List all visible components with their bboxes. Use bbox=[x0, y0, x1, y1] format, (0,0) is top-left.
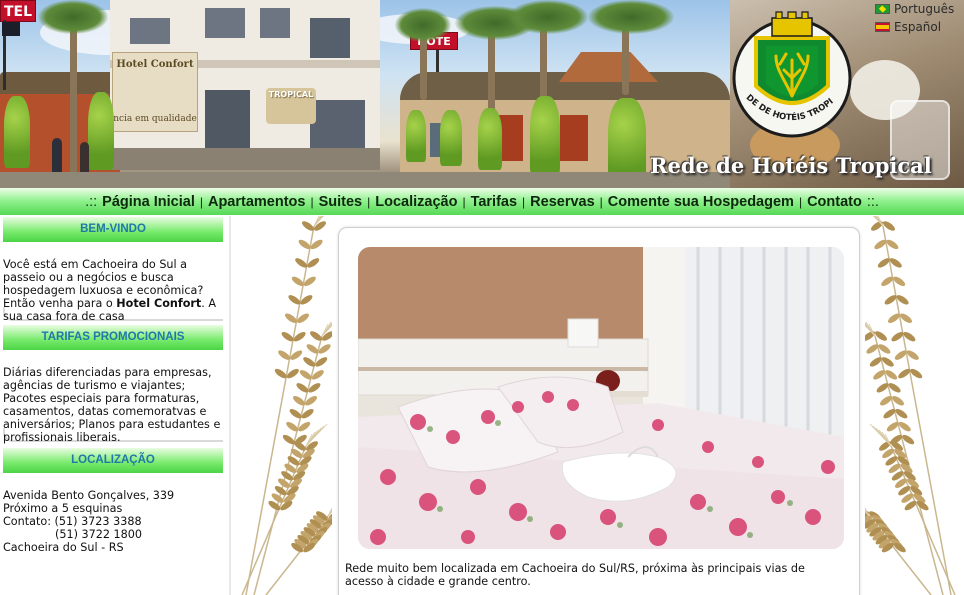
nav-item-suites[interactable]: Suites bbox=[317, 194, 365, 210]
nav-separator: | bbox=[798, 194, 803, 209]
wheat-grain bbox=[314, 221, 326, 231]
contact-phone-1: Contato: (51) 3723 3388 bbox=[3, 515, 142, 528]
nav-separator: | bbox=[599, 194, 603, 209]
nav-separator: | bbox=[310, 194, 314, 209]
building-sign-text: Hotel Confort bbox=[116, 59, 194, 70]
tropical-sign: TROPICAL bbox=[266, 88, 316, 124]
site-title: Rede de Hotéis Tropical bbox=[650, 153, 932, 178]
wheat-stem bbox=[874, 335, 944, 595]
language-label-portuguese: Português bbox=[894, 2, 955, 16]
language-link-spanish[interactable]: Español bbox=[875, 20, 941, 34]
tel-sign: TEL bbox=[0, 0, 36, 22]
welcome-heading: BEM-VINDO bbox=[3, 217, 223, 242]
nav-item-tarifas[interactable]: Tarifas bbox=[469, 194, 519, 210]
palm-leaves bbox=[588, 0, 674, 34]
spain-flag-icon bbox=[875, 22, 890, 32]
nav-item-comente-hospedagem[interactable]: Comente sua Hospedagem bbox=[606, 194, 796, 210]
city-line: Cachoeira do Sul - RS bbox=[3, 541, 124, 554]
address-line: Avenida Bento Gonçalves, 339 bbox=[3, 489, 175, 502]
sign-bracket bbox=[2, 22, 20, 36]
nav-prefix-ornament: .:: bbox=[85, 193, 98, 210]
promo-text: Diárias diferenciadas para empresas, agê… bbox=[3, 366, 221, 444]
nav-item-contato[interactable]: Contato bbox=[805, 194, 864, 210]
left-sidebar: BEM-VINDO Você está em Cachoeira do Sul … bbox=[3, 215, 223, 595]
welcome-text: Você está em Cachoeira do Sul a passeio … bbox=[3, 242, 223, 323]
nav-item-reservas[interactable]: Reservas bbox=[528, 194, 597, 210]
welcome-hotel-name: Hotel Confort bbox=[116, 297, 202, 310]
palm-leaves bbox=[508, 0, 588, 34]
wheat-decoration-right bbox=[865, 216, 956, 595]
street bbox=[0, 172, 730, 188]
wheat-stem bbox=[241, 445, 307, 595]
nav-separator: | bbox=[462, 194, 466, 209]
shrub bbox=[440, 110, 462, 166]
main-nav-bar: .:: Página Inicial | Apartamentos | Suit… bbox=[0, 188, 964, 215]
promo-heading: TARIFAS PROMOCIONAIS bbox=[3, 325, 223, 350]
header-banner: Hotel Confort ncia em qualidade TROPICAL… bbox=[0, 0, 964, 188]
nav-separator: | bbox=[199, 194, 203, 209]
location-text: Avenida Bento Gonçalves, 339 Próximo a 5… bbox=[3, 473, 223, 554]
hotel-intro-text: Rede muito bem localizada em Cachoeira d… bbox=[345, 562, 805, 588]
shrub bbox=[406, 110, 426, 162]
palm-trunk bbox=[70, 20, 77, 180]
brazil-flag-icon bbox=[875, 4, 890, 14]
wheat-stem bbox=[890, 445, 956, 595]
nav-item-pagina-inicial[interactable]: Página Inicial bbox=[100, 194, 197, 210]
hotel-confort-sign: Hotel Confort ncia em qualidade bbox=[112, 52, 198, 132]
tel-sign-text: TEL bbox=[3, 4, 33, 20]
nav-item-localizacao[interactable]: Localização bbox=[373, 194, 459, 210]
palm-leaves bbox=[395, 8, 451, 42]
nav-separator: | bbox=[522, 194, 526, 209]
promo-box: TARIFAS PROMOCIONAIS Diárias diferenciad… bbox=[3, 325, 223, 444]
nav-item-apartamentos[interactable]: Apartamentos bbox=[206, 194, 308, 210]
wheat-grain bbox=[871, 221, 883, 231]
language-link-portuguese[interactable]: Português bbox=[875, 2, 954, 16]
location-box: LOCALIZAÇÃO Avenida Bento Gonçalves, 339… bbox=[3, 448, 223, 554]
room-photo bbox=[358, 247, 844, 549]
person-figure bbox=[52, 138, 62, 174]
language-label-spanish: Español bbox=[894, 20, 942, 34]
location-heading: LOCALIZAÇÃO bbox=[3, 448, 223, 473]
shrub bbox=[478, 108, 502, 170]
palm-leaves bbox=[38, 0, 108, 34]
contact-phone-2: (51) 3722 1800 bbox=[55, 528, 143, 541]
column-divider bbox=[229, 216, 231, 595]
tropical-sign-text: TROPICAL bbox=[268, 90, 314, 99]
nav-suffix-ornament: ::. bbox=[866, 193, 879, 210]
shrub bbox=[4, 96, 30, 168]
shrub bbox=[530, 96, 560, 176]
nav-separator: | bbox=[367, 194, 371, 209]
left-roof bbox=[0, 72, 122, 94]
content-card: Rede muito bem localizada em Cachoeira d… bbox=[338, 227, 860, 595]
address-reference: Próximo a 5 esquinas bbox=[3, 502, 123, 515]
hotel-crest-logo: REDE DE HOTÉIS TROPICAL bbox=[726, 8, 852, 138]
tile-roof bbox=[559, 52, 658, 82]
wheat-decoration-left bbox=[241, 216, 332, 595]
building-sign-tagline: ncia em qualidade bbox=[113, 114, 197, 124]
welcome-box: BEM-VINDO Você está em Cachoeira do Sul … bbox=[3, 217, 223, 323]
shrub bbox=[88, 92, 114, 170]
